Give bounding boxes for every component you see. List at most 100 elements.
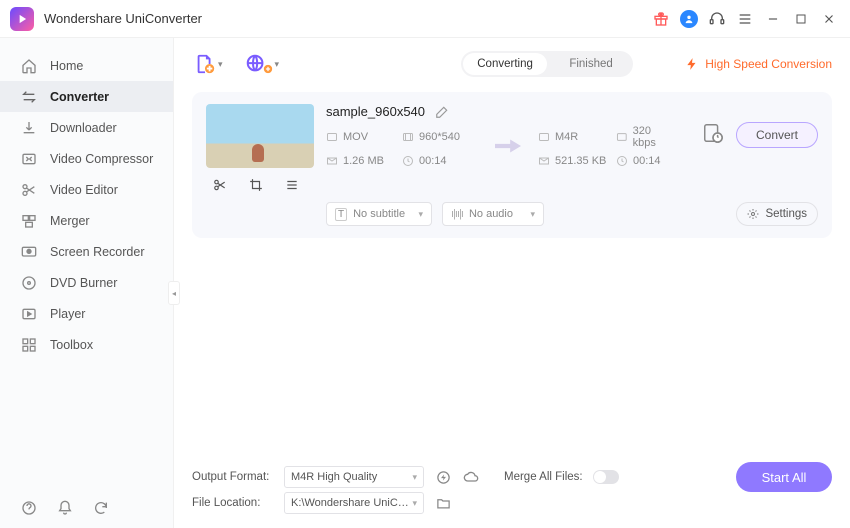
dst-size: 521.35 KB [538,155,610,167]
add-file-button[interactable]: ▾ [192,51,225,77]
output-format-value: M4R High Quality [291,471,377,483]
file-name: sample_960x540 [326,104,425,119]
app-logo [10,7,34,31]
sidebar-item-player[interactable]: Player [0,298,173,329]
sidebar-item-label: Video Editor [50,183,118,197]
high-speed-conversion[interactable]: High Speed Conversion [685,57,832,71]
sidebar-item-label: DVD Burner [50,276,117,290]
scissors-icon [20,181,38,199]
close-icon[interactable] [818,8,840,30]
audio-icon: ı|ıı|ı [451,208,463,220]
sidebar-item-screen-recorder[interactable]: Screen Recorder [0,236,173,267]
tab-converting[interactable]: Converting [463,53,547,75]
convert-button[interactable]: Convert [736,122,818,148]
sidebar-footer [0,488,173,528]
main-panel: ▾ ▾ Converting Finished High Speed Conve… [186,38,850,528]
menu-icon[interactable] [734,8,756,30]
audio-value: No audio [469,208,513,220]
open-folder-icon[interactable] [434,494,452,512]
headset-icon[interactable] [706,8,728,30]
play-icon [20,305,38,323]
subtitle-select[interactable]: T No subtitle ▾ [326,202,432,226]
settings-label: Settings [765,208,807,220]
sidebar-item-toolbox[interactable]: Toolbox [0,329,173,360]
merge-label: Merge All Files: [504,471,583,483]
sidebar-item-video-editor[interactable]: Video Editor [0,174,173,205]
subtitle-value: No subtitle [353,208,405,220]
add-url-button[interactable]: ▾ [243,51,282,77]
chevron-down-icon: ▾ [218,59,223,70]
disc-icon [20,274,38,292]
output-config-icon[interactable] [702,122,724,144]
bolt-icon [685,57,699,71]
chevron-down-icon: ▾ [530,209,535,220]
file-location-label: File Location: [192,497,274,509]
bell-icon[interactable] [56,499,74,517]
grid-icon [20,336,38,354]
titlebar: Wondershare UniConverter [0,0,850,38]
file-location-value: K:\Wondershare UniConverter [291,497,412,509]
sidebar-item-label: Converter [50,90,109,104]
audio-select[interactable]: ı|ıı|ı No audio ▾ [442,202,544,226]
app-title: Wondershare UniConverter [44,11,202,26]
gear-icon [747,208,759,220]
merge-toggle[interactable] [593,470,619,484]
output-format-label: Output Format: [192,471,274,483]
chevron-down-icon: ▾ [412,498,417,509]
user-icon[interactable] [678,8,700,30]
update-icon[interactable] [92,499,110,517]
sidebar-item-label: Video Compressor [50,152,153,166]
file-location-select[interactable]: K:\Wondershare UniConverter ▾ [284,492,424,514]
footer: Output Format: M4R High Quality ▾ Merge … [192,456,832,516]
download-icon [20,119,38,137]
sidebar-item-label: Screen Recorder [50,245,145,259]
tab-switcher: Converting Finished [461,51,633,77]
chevron-down-icon: ▾ [412,472,417,483]
gift-icon[interactable] [650,8,672,30]
compress-icon [20,150,38,168]
src-resolution: 960*540 [402,131,478,143]
dst-bitrate: 320 kbps [616,125,676,149]
arrow-icon [484,138,532,154]
minimize-icon[interactable] [762,8,784,30]
gpu-accel-icon[interactable] [434,468,452,486]
start-all-button[interactable]: Start All [736,462,832,492]
converter-icon [20,88,38,106]
dst-duration: 00:14 [616,155,676,167]
tab-finished[interactable]: Finished [549,51,633,77]
settings-button[interactable]: Settings [736,202,818,226]
chevron-down-icon: ▾ [275,59,280,70]
sidebar-item-label: Home [50,59,83,73]
sidebar-item-video-compressor[interactable]: Video Compressor [0,143,173,174]
video-thumbnail[interactable] [206,104,314,168]
sidebar-item-label: Merger [50,214,90,228]
home-icon [20,57,38,75]
cloud-icon[interactable] [462,468,480,486]
rename-icon[interactable] [435,105,449,119]
sidebar: Home Converter Downloader Video Compressor V… [0,38,174,528]
toolbar: ▾ ▾ Converting Finished High Speed Conve… [192,46,832,82]
merger-icon [20,212,38,230]
sidebar-item-home[interactable]: Home [0,50,173,81]
list-icon[interactable] [285,178,307,192]
src-size: 1.26 MB [326,155,396,167]
src-format: MOV [326,131,396,143]
sidebar-item-converter[interactable]: Converter [0,81,173,112]
maximize-icon[interactable] [790,8,812,30]
sidebar-collapse-button[interactable]: ◂ [168,281,180,305]
sidebar-item-merger[interactable]: Merger [0,205,173,236]
help-icon[interactable] [20,499,38,517]
sidebar-item-label: Player [50,307,85,321]
chevron-down-icon: ▾ [418,209,423,220]
crop-icon[interactable] [249,178,271,192]
cut-icon[interactable] [213,178,235,192]
sidebar-item-label: Downloader [50,121,117,135]
dst-format: M4R [538,131,610,143]
high-speed-label: High Speed Conversion [705,57,832,71]
sidebar-item-dvd-burner[interactable]: DVD Burner [0,267,173,298]
sidebar-item-downloader[interactable]: Downloader [0,112,173,143]
output-format-select[interactable]: M4R High Quality ▾ [284,466,424,488]
recorder-icon [20,243,38,261]
subtitle-icon: T [335,208,347,221]
sidebar-item-label: Toolbox [50,338,93,352]
